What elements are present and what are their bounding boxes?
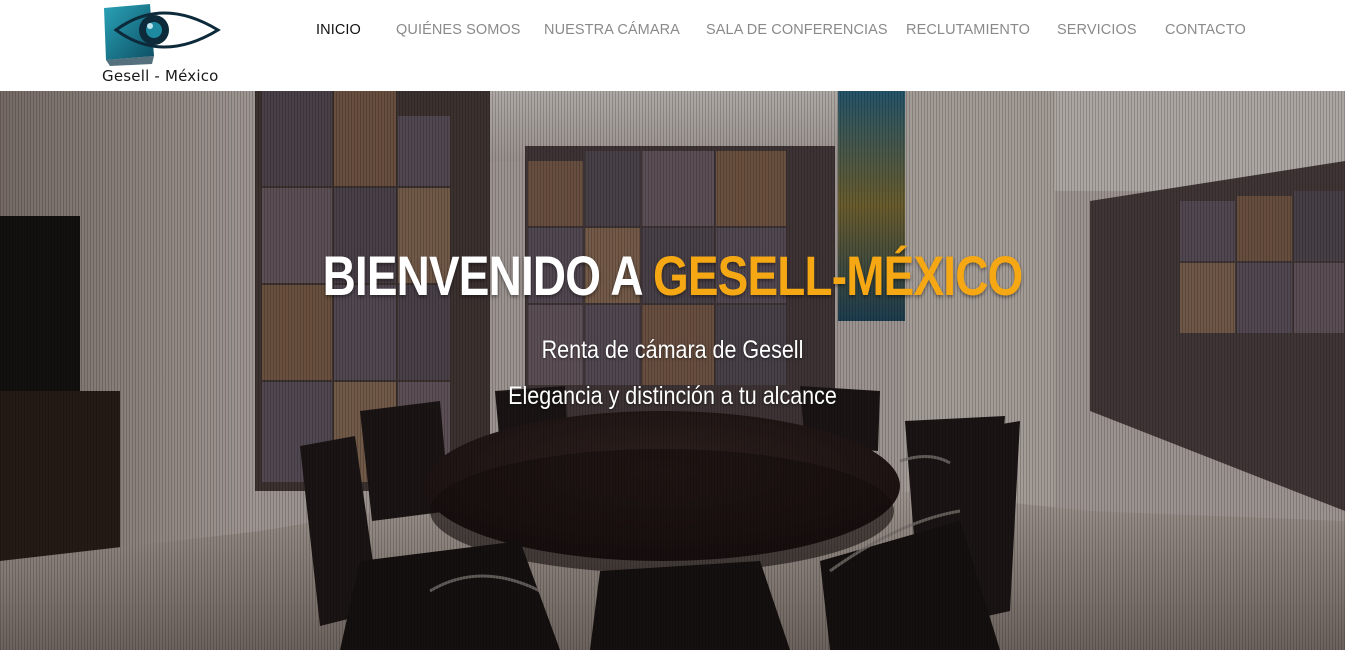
nav-item-nuestra-camara[interactable]: NUESTRA CÁMARA: [544, 22, 680, 38]
nav-item-sala-de-conferencias[interactable]: SALA DE CONFERENCIAS: [706, 22, 888, 38]
nav-item-quienes-somos[interactable]: QUIÉNES SOMOS: [396, 22, 521, 38]
brand-name: Gesell - México: [102, 67, 219, 85]
logo[interactable]: Gesell - México: [100, 0, 225, 90]
hero-title-accent: GESELL-MÉXICO: [652, 244, 1023, 307]
hero-title: BIENVENIDO A GESELL-MÉXICO: [121, 243, 1224, 308]
nav-item-inicio[interactable]: INICIO: [316, 22, 361, 38]
hero-subtitle-2: Elegancia y distinción a tu alcance: [508, 382, 837, 410]
nav-item-contacto[interactable]: CONTACTO: [1165, 22, 1246, 38]
site-header: Gesell - México INICIO QUIÉNES SOMOS NUE…: [0, 0, 1345, 91]
nav-item-reclutamiento[interactable]: RECLUTAMIENTO: [906, 22, 1030, 38]
hero-section: BIENVENIDO A GESELL-MÉXICO Renta de cáma…: [0, 91, 1345, 650]
main-nav: INICIO QUIÉNES SOMOS NUESTRA CÁMARA SALA…: [0, 22, 1345, 44]
hero-subtitle-1: Renta de cámara de Gesell: [541, 336, 804, 364]
nav-item-servicios[interactable]: SERVICIOS: [1057, 22, 1137, 38]
hero-title-main: BIENVENIDO A: [322, 244, 642, 307]
